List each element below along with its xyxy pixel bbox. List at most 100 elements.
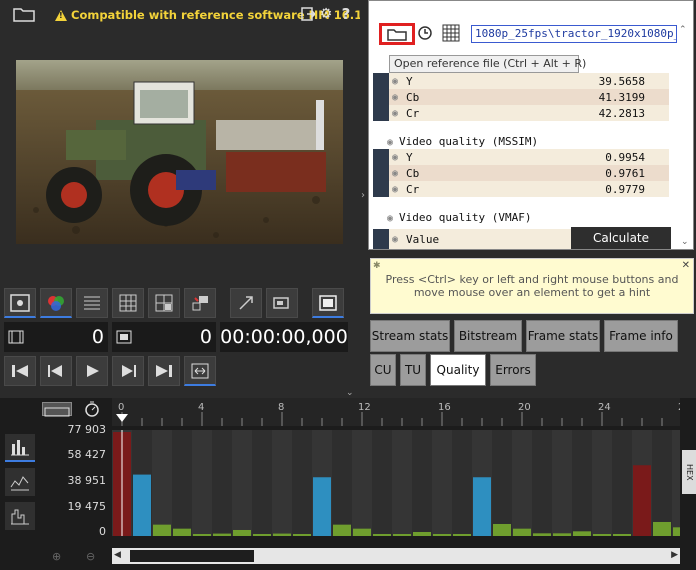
frame-bar[interactable] <box>593 533 611 536</box>
playhead-marker[interactable] <box>116 414 128 422</box>
frame-bar[interactable] <box>413 531 431 536</box>
eye-icon[interactable]: ◉ <box>392 92 406 103</box>
fit-width-button[interactable] <box>184 356 216 386</box>
scroll-left-icon[interactable]: ◀ <box>114 550 121 560</box>
frame-bar[interactable] <box>233 529 251 536</box>
frame-bar[interactable] <box>173 528 191 536</box>
frame-bar[interactable] <box>393 533 411 536</box>
export-button[interactable] <box>300 6 316 22</box>
close-icon[interactable]: ✕ <box>682 260 690 271</box>
frame-bar[interactable] <box>433 533 451 536</box>
timeline-scrollbar[interactable]: ◀ ▶ <box>112 548 680 564</box>
partition-button[interactable] <box>184 288 216 318</box>
series-swatch[interactable] <box>373 181 389 197</box>
reference-path-field[interactable]: 1080p_25fps\tractor_1920x1080p_ <box>471 25 677 43</box>
tab-frame-stats[interactable]: Frame stats <box>526 320 600 352</box>
series-swatch[interactable] <box>373 229 389 249</box>
eye-icon[interactable]: ◉ <box>392 184 406 195</box>
eye-icon[interactable]: ◉ <box>392 152 406 163</box>
eye-icon[interactable]: ◉ <box>387 213 399 224</box>
last-frame-button[interactable] <box>148 356 180 386</box>
frame-bar[interactable] <box>133 474 151 536</box>
series-swatch[interactable] <box>373 73 389 89</box>
scroll-up-icon[interactable]: ⌃ <box>679 25 687 35</box>
frame-bar[interactable] <box>253 533 271 536</box>
frame-size-toggle[interactable] <box>42 402 72 417</box>
timeline-ruler[interactable]: 0 4 8 12 16 20 24 2 <box>112 398 684 426</box>
frame-bar[interactable] <box>193 533 211 536</box>
view-mode-button[interactable] <box>4 288 36 318</box>
vertical-splitter[interactable]: › <box>360 0 368 392</box>
next-frame-button[interactable] <box>112 356 144 386</box>
motion-vectors-button[interactable] <box>230 288 262 318</box>
scroll-right-icon[interactable]: ▶ <box>671 550 678 560</box>
tab-frame-info[interactable]: Frame info <box>604 320 678 352</box>
frame-bar[interactable] <box>553 533 571 536</box>
grid-button[interactable] <box>112 288 144 318</box>
frame-bar[interactable] <box>293 533 311 536</box>
camera-button[interactable] <box>266 288 298 318</box>
series-swatch[interactable] <box>373 89 389 105</box>
eye-icon[interactable]: ◉ <box>392 108 406 119</box>
list-view-button[interactable] <box>76 288 108 318</box>
video-preview[interactable] <box>16 60 343 244</box>
frame-counter-a[interactable]: 0 <box>4 322 108 352</box>
timecode[interactable]: 00:00:00,000 <box>220 322 348 352</box>
frame-bar[interactable] <box>573 531 591 536</box>
frame-bar[interactable] <box>153 524 171 536</box>
frame-bar[interactable] <box>353 528 371 536</box>
block-grid-button[interactable] <box>148 288 180 318</box>
frame-bar[interactable] <box>673 527 691 536</box>
series-swatch[interactable] <box>373 105 389 121</box>
hex-toggle[interactable]: HEX <box>682 450 696 494</box>
open-file-button[interactable] <box>8 4 40 24</box>
tab-stream-stats[interactable]: Stream stats <box>370 320 450 352</box>
series-swatch[interactable] <box>373 165 389 181</box>
y-tick-label: 19 475 <box>67 500 107 513</box>
frame-bar[interactable] <box>273 533 291 536</box>
frame-bar[interactable] <box>453 533 471 536</box>
scrollbar-thumb[interactable] <box>130 550 254 562</box>
frame-counter-b[interactable]: 0 <box>112 322 216 352</box>
frame-bar[interactable] <box>213 533 231 536</box>
series-swatch[interactable] <box>373 149 389 165</box>
frame-bar[interactable] <box>493 523 511 536</box>
tab-quality[interactable]: Quality <box>430 354 486 386</box>
grid-button[interactable] <box>441 23 461 43</box>
eye-icon[interactable]: ◉ <box>392 168 406 179</box>
eye-icon[interactable]: ◉ <box>392 234 406 245</box>
eye-icon[interactable]: ◉ <box>392 76 406 87</box>
help-button[interactable]: ? <box>338 5 354 23</box>
open-reference-button[interactable] <box>379 23 415 45</box>
first-frame-button[interactable] <box>4 356 36 386</box>
time-mode-button[interactable] <box>84 400 100 418</box>
zoom-out-icon[interactable]: ⊖ <box>86 550 95 563</box>
settings-button[interactable]: ⚙ <box>318 6 334 22</box>
histogram-mode-button[interactable] <box>5 502 35 530</box>
tab-bitstream[interactable]: Bitstream <box>454 320 522 352</box>
frame-bar[interactable] <box>613 533 631 536</box>
frame-bar[interactable] <box>513 528 531 536</box>
tab-cu[interactable]: CU <box>370 354 396 386</box>
tab-tu[interactable]: TU <box>400 354 426 386</box>
frame-bar[interactable] <box>333 524 351 536</box>
history-button[interactable] <box>417 25 433 41</box>
tab-errors[interactable]: Errors <box>490 354 536 386</box>
eye-icon[interactable]: ◉ <box>387 137 399 148</box>
color-channels-button[interactable] <box>40 288 72 318</box>
frame-bar[interactable] <box>533 533 551 536</box>
frame-bar[interactable] <box>653 521 671 536</box>
frame-bar[interactable] <box>473 477 491 536</box>
fullscreen-button[interactable] <box>312 288 344 318</box>
calculate-button[interactable]: Calculate <box>571 227 671 249</box>
frame-size-chart[interactable] <box>112 430 692 536</box>
bar-chart-mode-button[interactable] <box>5 434 35 462</box>
frame-bar[interactable] <box>633 465 651 536</box>
prev-frame-button[interactable] <box>40 356 72 386</box>
frame-bar[interactable] <box>313 477 331 536</box>
scroll-down-icon[interactable]: ⌄ <box>681 237 689 247</box>
frame-bar[interactable] <box>373 533 391 536</box>
play-button[interactable] <box>76 356 108 386</box>
line-chart-mode-button[interactable] <box>5 468 35 496</box>
zoom-in-icon[interactable]: ⊕ <box>52 550 61 563</box>
